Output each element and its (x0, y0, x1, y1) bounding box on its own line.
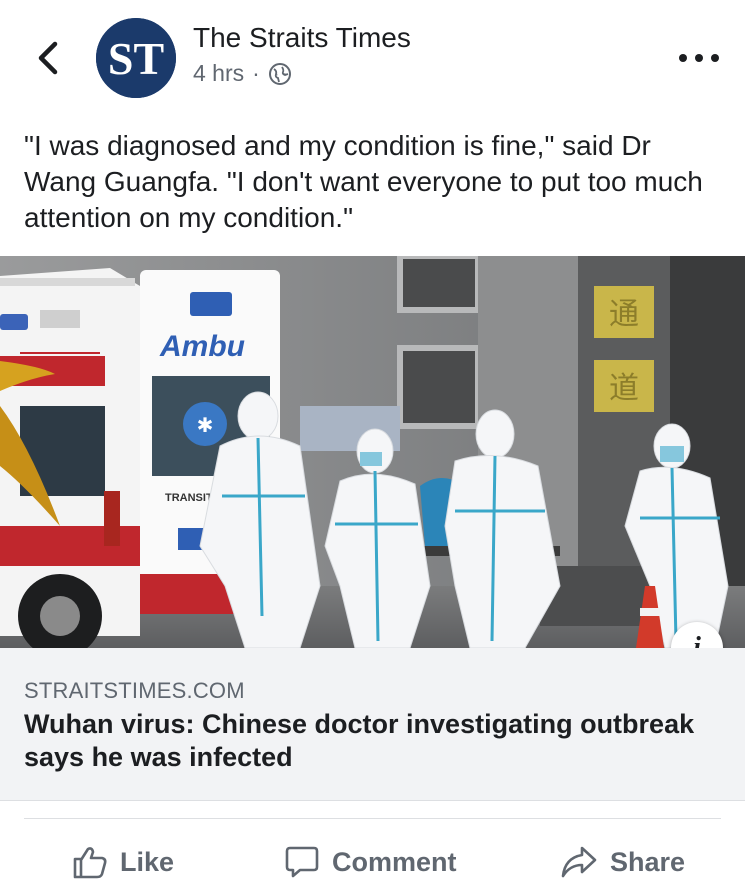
like-button[interactable]: Like (72, 840, 174, 884)
ambulance-scene-illustration: 通 道 Ambu ✱ TRANSIT (0, 256, 745, 648)
page-name-link[interactable]: The Straits Times (193, 22, 411, 54)
comment-icon (285, 846, 319, 878)
action-bar: Like Comment Share (0, 830, 745, 892)
more-dots-icon (695, 54, 703, 62)
chevron-left-icon (38, 41, 58, 75)
comment-label: Comment (332, 846, 457, 877)
share-label: Share (610, 846, 686, 877)
post-header: ST The Straits Times 4 hrs · (0, 0, 745, 120)
more-options-button[interactable] (679, 48, 719, 68)
globe-icon (268, 62, 291, 85)
share-button[interactable]: Share (560, 840, 685, 884)
svg-text:Ambu: Ambu (159, 330, 245, 363)
actions-divider (24, 818, 721, 819)
page-avatar[interactable]: ST (96, 18, 176, 98)
comment-button[interactable]: Comment (284, 840, 457, 884)
link-preview-image[interactable]: 通 道 Ambu ✱ TRANSIT (0, 256, 745, 648)
share-arrow-icon (561, 846, 597, 878)
svg-text:ST: ST (108, 33, 164, 84)
back-button[interactable] (30, 38, 66, 78)
link-domain: STRAITSTIMES.COM (24, 678, 245, 703)
post-text: "I was diagnosed and my condition is fin… (24, 130, 703, 233)
post-meta: 4 hrs · (193, 60, 292, 87)
svg-text:TRANSIT: TRANSIT (165, 492, 213, 504)
post-time[interactable]: 4 hrs (193, 60, 244, 87)
meta-separator: · (252, 60, 260, 86)
straits-times-logo: ST (96, 18, 176, 98)
like-label: Like (120, 846, 175, 877)
svg-text:通: 通 (609, 297, 639, 332)
svg-text:道: 道 (609, 371, 639, 406)
more-dots-icon (679, 54, 687, 62)
link-headline[interactable]: Wuhan virus: Chinese doctor investigatin… (24, 708, 729, 774)
thumbs-up-icon (73, 847, 107, 879)
svg-text:✱: ✱ (197, 413, 214, 437)
more-dots-icon (711, 54, 719, 62)
